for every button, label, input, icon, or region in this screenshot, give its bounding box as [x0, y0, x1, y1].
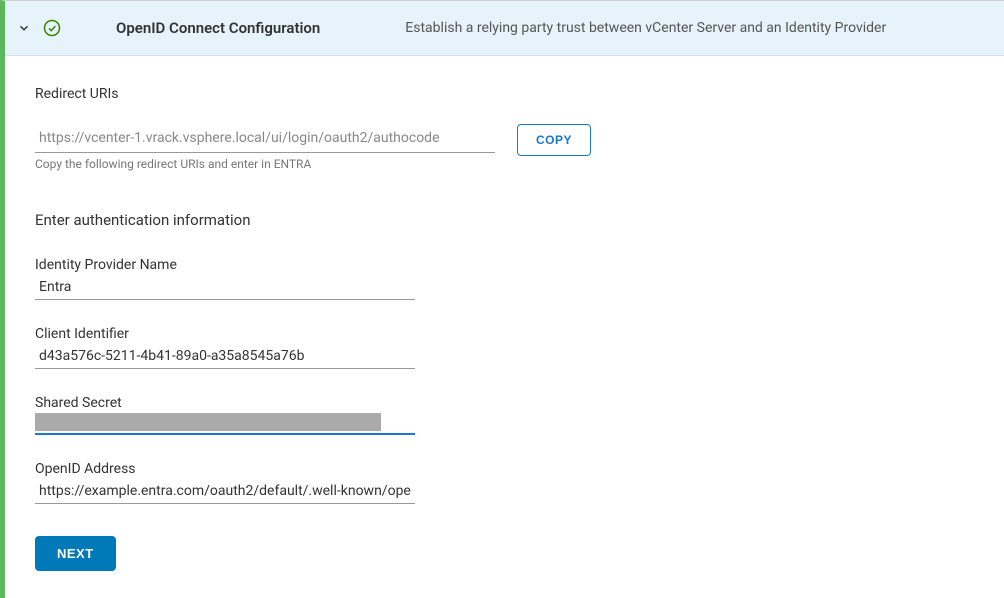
redirect-uri-helper: Copy the following redirect URIs and ent…: [35, 157, 495, 171]
chevron-down-icon[interactable]: [17, 21, 33, 35]
client-identifier-label: Client Identifier: [35, 326, 974, 342]
openid-address-input[interactable]: [35, 479, 415, 504]
openid-address-label: OpenID Address: [35, 461, 974, 477]
auth-info-heading: Enter authentication information: [35, 211, 974, 229]
next-button[interactable]: NEXT: [35, 536, 116, 571]
provider-name-label: Identity Provider Name: [35, 257, 974, 273]
redacted-bar: [35, 413, 381, 431]
wizard-step-header: OpenID Connect Configuration Establish a…: [5, 1, 1004, 56]
client-identifier-input[interactable]: [35, 344, 415, 369]
step-subtitle: Establish a relying party trust between …: [405, 20, 886, 36]
copy-button[interactable]: COPY: [517, 124, 591, 156]
redirect-uris-label: Redirect URIs: [35, 86, 974, 102]
shared-secret-input[interactable]: [35, 413, 415, 435]
provider-name-input[interactable]: [35, 275, 415, 300]
step-complete-check-icon: [43, 19, 61, 37]
step-title: OpenID Connect Configuration: [116, 19, 320, 37]
shared-secret-label: Shared Secret: [35, 395, 974, 411]
redirect-uri-display: https://vcenter-1.vrack.vsphere.local/ui…: [35, 124, 495, 153]
